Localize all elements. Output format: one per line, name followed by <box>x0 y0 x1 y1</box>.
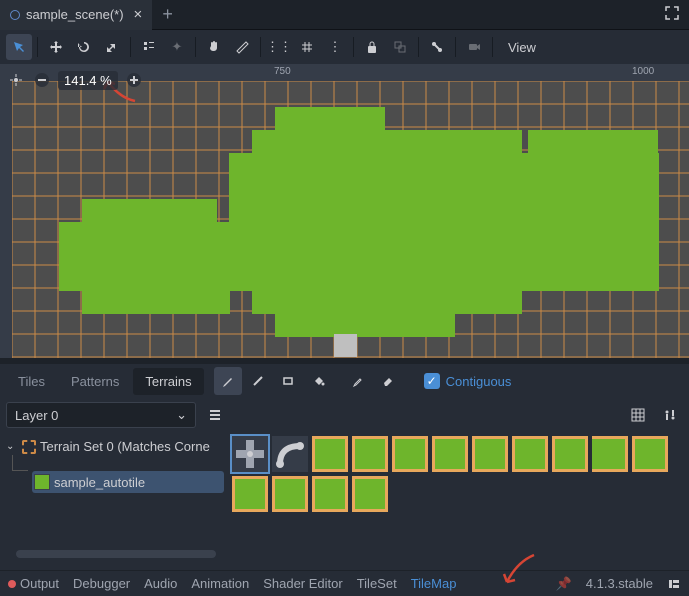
scale-tool[interactable] <box>99 34 125 60</box>
chevron-down-icon: ⌄ <box>176 407 187 423</box>
tile-grid <box>12 81 689 358</box>
tab-terrains[interactable]: Terrains <box>133 368 203 395</box>
tile-grass[interactable] <box>632 436 668 472</box>
tab-tiles[interactable]: Tiles <box>6 368 57 395</box>
picker-tool[interactable] <box>344 367 372 395</box>
terrain-set-row[interactable]: ⌄ Terrain Set 0 (Matches Corne <box>4 436 224 457</box>
tile-connect[interactable] <box>232 436 268 472</box>
terrain-tree: ⌄ Terrain Set 0 (Matches Corne sample_au… <box>0 432 228 570</box>
terrain-icon <box>34 474 50 490</box>
viewport-2d[interactable]: 750 1000 <box>0 64 689 358</box>
rotate-tool[interactable] <box>71 34 97 60</box>
layer-select-value: Layer 0 <box>15 408 58 423</box>
override-camera-icon[interactable] <box>461 34 487 60</box>
terrain-shape <box>59 107 659 337</box>
pan-tool[interactable] <box>201 34 227 60</box>
layout-icon[interactable] <box>667 577 681 591</box>
select-tool[interactable] <box>6 34 32 60</box>
scene-tab-bar: sample_scene(*) × + <box>0 0 689 30</box>
viewport-overlay: 141.4 % <box>6 70 144 90</box>
ruler-mark: 1000 <box>632 66 654 77</box>
ruler-mark: 750 <box>274 66 291 77</box>
paint-tool[interactable] <box>214 367 242 395</box>
tile-grass[interactable] <box>312 476 348 512</box>
tile-palette <box>228 432 689 570</box>
pin-icon[interactable]: 📌 <box>556 576 572 592</box>
layer-row: Layer 0 ⌄ <box>0 398 689 432</box>
contiguous-label: Contiguous <box>446 374 512 389</box>
debugger-button[interactable]: Debugger <box>73 576 130 591</box>
zoom-level[interactable]: 141.4 % <box>58 71 118 90</box>
scene-icon <box>10 10 20 20</box>
grid-toggle-icon[interactable] <box>625 402 651 428</box>
shader-editor-button[interactable]: Shader Editor <box>263 576 343 591</box>
rect-tool[interactable] <box>274 367 302 395</box>
tilemap-tabs: Tiles Patterns Terrains ✓ Contiguous <box>0 364 689 398</box>
scene-tab[interactable]: sample_scene(*) × <box>0 0 152 30</box>
tab-patterns[interactable]: Patterns <box>59 368 131 395</box>
terrain-item-label: sample_autotile <box>54 475 145 490</box>
tilemap-button[interactable]: TileMap <box>411 576 457 591</box>
close-icon[interactable]: × <box>134 6 143 23</box>
contiguous-checkbox[interactable]: ✓ Contiguous <box>416 369 520 393</box>
check-icon: ✓ <box>424 373 440 389</box>
smart-snap-icon[interactable]: ⋮⋮ <box>266 34 292 60</box>
layer-select[interactable]: Layer 0 ⌄ <box>6 402 196 428</box>
tree-scrollbar[interactable] <box>16 550 216 558</box>
add-tab-button[interactable]: + <box>152 0 183 29</box>
group-icon[interactable] <box>387 34 413 60</box>
output-button[interactable]: Output <box>8 576 59 591</box>
tile-grass[interactable] <box>512 436 548 472</box>
status-dot-icon <box>8 580 16 588</box>
zoom-out-button[interactable] <box>32 70 52 90</box>
tile-grass[interactable] <box>232 476 268 512</box>
settings-icon[interactable] <box>657 402 683 428</box>
bottom-bar: Output Debugger Audio Animation Shader E… <box>0 570 689 596</box>
tile-grass[interactable] <box>432 436 468 472</box>
terrain-item[interactable]: sample_autotile <box>32 471 224 493</box>
list-select-tool[interactable] <box>136 34 162 60</box>
audio-button[interactable]: Audio <box>144 576 177 591</box>
terrain-set-icon <box>22 440 36 454</box>
highlight-layer-icon[interactable] <box>202 402 228 428</box>
lock-icon[interactable] <box>359 34 385 60</box>
ruler-vertical <box>0 64 12 358</box>
tile-grass[interactable] <box>472 436 508 472</box>
scene-tab-title: sample_scene(*) <box>26 7 124 22</box>
bucket-tool[interactable] <box>304 367 332 395</box>
tile-grass[interactable] <box>312 436 348 472</box>
snap-options-icon[interactable]: ⋮ <box>322 34 348 60</box>
zoom-in-button[interactable] <box>124 70 144 90</box>
tile-path[interactable] <box>272 436 308 472</box>
tile-grass[interactable] <box>272 476 308 512</box>
tile-grass[interactable] <box>392 436 428 472</box>
maximize-icon[interactable] <box>655 0 689 29</box>
eraser-tool[interactable] <box>374 367 402 395</box>
version-label: 4.1.3.stable <box>586 576 653 591</box>
line-tool[interactable] <box>244 367 272 395</box>
tile-grass[interactable] <box>552 436 588 472</box>
tile-grass[interactable] <box>592 436 628 472</box>
animation-button[interactable]: Animation <box>191 576 249 591</box>
move-tool[interactable] <box>43 34 69 60</box>
tileset-button[interactable]: TileSet <box>357 576 397 591</box>
tile-grass[interactable] <box>352 476 388 512</box>
skeleton-icon[interactable] <box>424 34 450 60</box>
chevron-down-icon: ⌄ <box>6 441 18 452</box>
tilemap-panel: Tiles Patterns Terrains ✓ Contiguous Lay… <box>0 364 689 570</box>
tile-grass[interactable] <box>352 436 388 472</box>
terrain-set-label: Terrain Set 0 (Matches Corne <box>40 439 210 454</box>
grid-snap-icon[interactable] <box>294 34 320 60</box>
viewport-toolbar: ✦ ⋮⋮ ⋮ View <box>0 30 689 64</box>
placement-cursor <box>334 334 357 357</box>
output-label: Output <box>20 576 59 591</box>
center-view-icon[interactable] <box>6 70 26 90</box>
ruler-tool[interactable] <box>229 34 255 60</box>
view-menu[interactable]: View <box>498 36 546 59</box>
pivot-tool[interactable]: ✦ <box>164 34 190 60</box>
canvas[interactable] <box>12 81 689 358</box>
